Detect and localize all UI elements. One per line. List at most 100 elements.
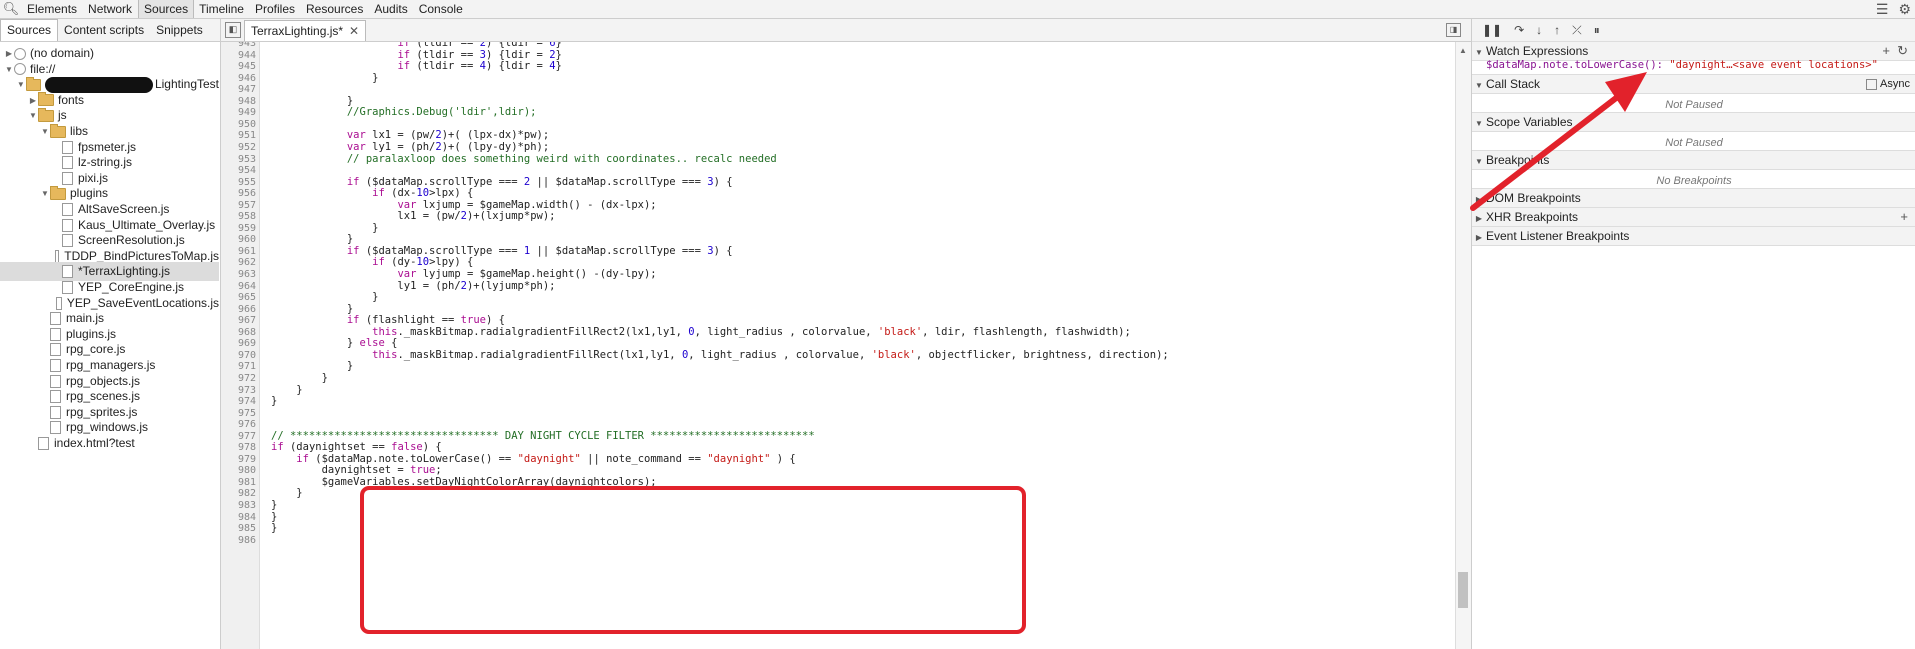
line-number[interactable]: 973 <box>238 385 256 397</box>
line-number[interactable]: 953 <box>238 154 256 166</box>
line-number[interactable]: 960 <box>238 234 256 246</box>
scroll-up-icon[interactable]: ▲ <box>1459 46 1467 55</box>
line-number[interactable]: 964 <box>238 281 256 293</box>
line-number[interactable]: 957 <box>238 200 256 212</box>
line-number[interactable]: 976 <box>238 419 256 431</box>
file-icon <box>50 390 61 404</box>
tree-item-label: index.html?test <box>54 436 135 450</box>
code-line: } <box>271 371 328 384</box>
panel-tab-profiles[interactable]: Profiles <box>250 0 301 18</box>
file-icon <box>50 312 61 326</box>
folder-icon <box>25 76 42 91</box>
line-number[interactable]: 985 <box>238 523 256 535</box>
editor-tab-bar: ◧ TerraxLighting.js* ✕ ◨ <box>221 19 1471 42</box>
code-line: if (tldir == 4) {ldir = 4} <box>397 60 562 73</box>
line-number[interactable]: 961 <box>238 246 256 258</box>
line-number[interactable]: 981 <box>238 477 256 489</box>
async-checkbox[interactable]: Async <box>1866 75 1910 93</box>
file-icon <box>62 265 73 279</box>
line-number[interactable]: 972 <box>238 373 256 385</box>
line-number[interactable]: 984 <box>238 512 256 524</box>
line-number[interactable]: 975 <box>238 408 256 420</box>
line-number[interactable]: 965 <box>238 292 256 304</box>
pause-on-exceptions-icon[interactable]: ⏸ <box>1594 23 1600 38</box>
line-number[interactable]: 962 <box>238 257 256 269</box>
event-listener-breakpoints-header[interactable]: ▶ Event Listener Breakpoints <box>1472 226 1915 246</box>
line-number[interactable]: 983 <box>238 500 256 512</box>
line-number[interactable]: 980 <box>238 465 256 477</box>
file-icon <box>62 171 73 185</box>
step-into-icon[interactable]: ↓ <box>1536 23 1542 37</box>
add-xhr-breakpoint-icon[interactable]: + <box>1900 208 1908 226</box>
file-icon <box>62 203 73 216</box>
line-number[interactable]: 978 <box>238 442 256 454</box>
deactivate-breakpoints-icon[interactable]: ⤫ <box>1572 23 1582 38</box>
inspect-search-icon[interactable]: 🔍︎ <box>0 1 22 17</box>
line-number[interactable]: 986 <box>238 535 256 547</box>
line-number[interactable]: 979 <box>238 454 256 466</box>
line-number[interactable]: 949 <box>238 107 256 119</box>
sidebar-tab-content-scripts[interactable]: Content scripts <box>58 20 150 41</box>
settings-gear-icon[interactable]: ⚙ <box>1898 1 1911 18</box>
line-number[interactable]: 946 <box>238 73 256 85</box>
line-number[interactable]: 969 <box>238 338 256 350</box>
line-number[interactable]: 947 <box>238 84 256 96</box>
panel-tab-resources[interactable]: Resources <box>301 0 369 18</box>
line-number[interactable]: 971 <box>238 361 256 373</box>
panel-tab-elements[interactable]: Elements <box>22 0 83 18</box>
line-number[interactable]: 968 <box>238 327 256 339</box>
panel-tab-timeline[interactable]: Timeline <box>194 0 250 18</box>
line-number[interactable]: 956 <box>238 188 256 200</box>
panel-tab-console[interactable]: Console <box>414 0 469 18</box>
line-number[interactable]: 951 <box>238 130 256 142</box>
sidebar-tab-sources[interactable]: Sources <box>0 19 59 41</box>
file-icon <box>50 421 61 435</box>
toggle-debugger-icon[interactable]: ◨ <box>1446 23 1461 37</box>
code-line: } <box>271 291 379 304</box>
close-tab-icon[interactable]: ✕ <box>349 24 359 38</box>
step-over-icon[interactable]: ↷ <box>1514 23 1524 37</box>
line-number[interactable]: 959 <box>238 223 256 235</box>
line-number[interactable]: 963 <box>238 269 256 281</box>
folder-icon <box>50 123 66 138</box>
line-number[interactable]: 954 <box>238 165 256 177</box>
file-icon <box>50 374 61 388</box>
file-tab-terraxlighting[interactable]: TerraxLighting.js* ✕ <box>244 20 367 41</box>
file-icon <box>62 234 73 248</box>
code-line: } <box>271 522 278 535</box>
dock-menu-icon[interactable]: ☰ <box>1876 1 1889 18</box>
line-number[interactable]: 974 <box>238 396 256 408</box>
line-number[interactable]: 952 <box>238 142 256 154</box>
line-number[interactable]: 950 <box>238 119 256 131</box>
globe-icon <box>14 47 26 60</box>
line-number[interactable]: 943 <box>238 42 256 50</box>
add-watch-icon[interactable]: + <box>1882 42 1890 60</box>
file-icon <box>56 296 62 310</box>
step-out-icon[interactable]: ↑ <box>1554 23 1560 37</box>
line-number[interactable]: 944 <box>238 50 256 62</box>
line-number[interactable]: 955 <box>238 177 256 189</box>
devtools-toolbar: 🔍︎ Elements Network Sources Timeline Profile… <box>0 0 1915 19</box>
line-number[interactable]: 970 <box>238 350 256 362</box>
line-number[interactable]: 945 <box>238 61 256 73</box>
line-number[interactable]: 982 <box>238 488 256 500</box>
sources-navigator: Sources Content scripts Snippets ▶ (no doma… <box>0 19 221 649</box>
sidebar-tab-snippets[interactable]: Snippets <box>150 20 209 41</box>
annotation-highlight-box <box>360 486 1026 634</box>
code-line: } <box>271 71 379 84</box>
panel-tab-network[interactable]: Network <box>83 0 138 18</box>
panel-tab-sources[interactable]: Sources <box>138 0 195 18</box>
line-number[interactable]: 967 <box>238 315 256 327</box>
scroll-thumb[interactable] <box>1458 572 1468 608</box>
globe-icon <box>14 63 26 76</box>
line-number[interactable]: 977 <box>238 431 256 443</box>
watch-expressions-header[interactable]: ▼ Watch Expressions + ↻ <box>1472 41 1915 61</box>
refresh-watch-icon[interactable]: ↻ <box>1897 42 1908 60</box>
tree-file-item[interactable]: index.html?test <box>0 434 219 453</box>
pause-icon[interactable]: ❚❚ <box>1482 23 1502 37</box>
line-number[interactable]: 948 <box>238 96 256 108</box>
panel-tab-audits[interactable]: Audits <box>369 0 413 18</box>
line-number[interactable]: 958 <box>238 211 256 223</box>
toggle-navigator-icon[interactable]: ◧ <box>225 22 241 38</box>
line-number[interactable]: 966 <box>238 304 256 316</box>
